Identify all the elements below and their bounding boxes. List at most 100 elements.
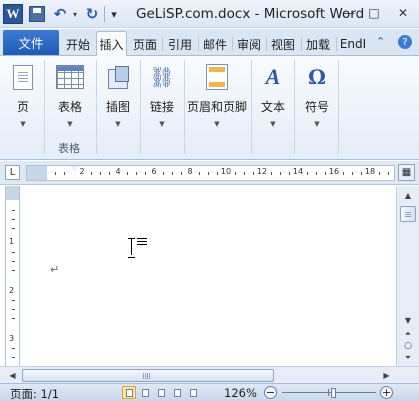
group-separator — [44, 60, 45, 154]
horizontal-scrollbar[interactable]: ◀ ▶ — [0, 366, 419, 383]
ruler-number: 2 — [79, 167, 85, 176]
tab-endi[interactable]: EndI — [338, 34, 368, 54]
tab-separator — [162, 37, 163, 51]
minimize-button[interactable]: — — [338, 3, 360, 23]
pages-label: 页 — [16, 100, 29, 114]
window-title: GeLiSP.com.docx - Microsoft Word — [136, 6, 365, 22]
vertical-ruler[interactable]: 1 2 3 — [5, 186, 20, 366]
full-screen-reading-view-icon[interactable] — [138, 386, 152, 399]
text-button[interactable]: A 文本 ▼ — [258, 56, 288, 128]
tab-stop-selector[interactable]: L — [5, 165, 20, 180]
save-icon[interactable] — [29, 6, 45, 22]
web-layout-view-icon[interactable] — [154, 386, 168, 399]
top-margin-area — [6, 186, 19, 200]
tab-addins[interactable]: 加载 — [303, 34, 333, 54]
undo-dropdown-icon[interactable]: ▾ — [70, 4, 80, 24]
vertical-ruler-number: 1 — [9, 237, 15, 246]
customize-quick-access-icon[interactable]: ▾ — [107, 4, 121, 24]
table-label: 表格 — [57, 100, 82, 114]
symbol-icon: Ω — [308, 65, 326, 89]
zoom-center-mark — [328, 389, 329, 396]
link-icon: ⛓ — [149, 65, 175, 89]
scroll-up-icon[interactable]: ▲ — [400, 189, 416, 202]
horizontal-ruler[interactable]: 2 4 6 8 10 12 14 16 18 — [26, 165, 395, 181]
close-button[interactable]: ✕ — [392, 3, 414, 23]
illustrations-dropdown-icon: ▼ — [115, 120, 121, 128]
tab-page-layout[interactable]: 页面 — [130, 34, 160, 54]
undo-icon[interactable]: ↶ — [52, 4, 68, 24]
tab-file[interactable]: 文件 — [3, 30, 59, 55]
picture-icon — [104, 63, 132, 91]
illustrations-button[interactable]: 插图 ▼ — [103, 56, 133, 128]
pages-dropdown-icon: ▼ — [20, 120, 26, 128]
page-icon — [9, 63, 37, 91]
tab-review[interactable]: 审阅 — [234, 34, 264, 54]
group-separator — [96, 60, 97, 154]
tab-insert[interactable]: 插入 — [96, 31, 127, 57]
ruler-number: 6 — [151, 167, 157, 176]
ribbon-insert: 页 ▼ 表格 ▼ 表格 插图 ▼ ⛓ 链接 ▼ 页眉和页脚 ▼ A 文本 ▼ Ω… — [0, 56, 419, 160]
pages-button[interactable]: 页 ▼ — [8, 56, 38, 128]
zoom-in-button[interactable]: + — [380, 386, 393, 399]
table-button[interactable]: 表格 ▼ — [50, 56, 90, 128]
word-app-icon[interactable]: W — [3, 4, 23, 24]
tab-separator — [301, 37, 302, 51]
page-count[interactable]: 页面: 1/1 — [10, 386, 59, 401]
tab-separator — [232, 37, 233, 51]
tab-separator — [198, 37, 199, 51]
illustrations-label: 插图 — [105, 100, 130, 114]
view-ruler-icon[interactable]: ▦ — [398, 164, 415, 181]
document-page[interactable]: ↵ — [24, 186, 396, 366]
group-separator — [184, 60, 185, 154]
tab-home[interactable]: 开始 — [63, 34, 93, 54]
print-layout-view-icon[interactable] — [122, 386, 136, 399]
header-footer-button[interactable]: 页眉和页脚 ▼ — [186, 56, 248, 128]
redo-icon[interactable]: ↻ — [84, 4, 100, 24]
quick-access-separator — [104, 6, 105, 22]
header-footer-icon — [203, 63, 231, 91]
zoom-out-button[interactable]: − — [264, 386, 277, 399]
tab-references[interactable]: 引用 — [164, 34, 196, 54]
tab-mailings[interactable]: 邮件 — [200, 34, 230, 54]
text-dropdown-icon: ▼ — [270, 120, 276, 128]
tab-view[interactable]: 视图 — [268, 34, 298, 54]
tables-group-label: 表格 — [58, 142, 80, 155]
scroll-right-icon[interactable]: ▶ — [380, 369, 393, 382]
symbols-button[interactable]: Ω 符号 ▼ — [302, 56, 332, 128]
paragraph-mark: ↵ — [50, 263, 60, 276]
horizontal-scroll-thumb[interactable] — [22, 369, 274, 382]
outline-view-icon[interactable] — [170, 386, 184, 399]
links-dropdown-icon: ▼ — [159, 120, 165, 128]
draft-view-icon[interactable] — [186, 386, 200, 399]
symbols-label: 符号 — [304, 100, 329, 114]
zoom-slider[interactable] — [282, 392, 376, 393]
links-button[interactable]: ⛓ 链接 ▼ — [147, 56, 177, 128]
scroll-down-icon[interactable]: ▼ — [400, 314, 416, 327]
vertical-ruler-number: 2 — [9, 286, 15, 295]
vertical-scrollbar[interactable]: ▲ ▼ ⏶ ○ ⏷ — [396, 186, 419, 366]
scroll-left-icon[interactable]: ◀ — [6, 369, 19, 382]
ruler-number: 16 — [328, 167, 340, 176]
group-separator — [140, 60, 141, 154]
zoom-slider-thumb[interactable] — [330, 388, 336, 398]
zoom-level[interactable]: 126% — [224, 386, 257, 400]
click-and-type-align-icon — [137, 238, 147, 247]
ribbon-tab-bar: 文件 开始 插入 页面 引用 邮件 审阅 视图 加载 EndI ⌃ ? — [0, 29, 419, 57]
next-page-icon[interactable]: ⏷ — [400, 351, 416, 364]
help-icon[interactable]: ? — [398, 35, 412, 49]
ruler-number: 14 — [292, 167, 304, 176]
tab-separator — [336, 37, 337, 51]
maximize-button[interactable]: □ — [363, 3, 385, 23]
tab-separator — [266, 37, 267, 51]
ruler-number: 4 — [115, 167, 121, 176]
header-footer-label: 页眉和页脚 — [186, 100, 247, 114]
group-separator — [338, 60, 339, 154]
ruler-number: 18 — [364, 167, 376, 176]
vertical-scroll-thumb[interactable] — [400, 206, 416, 222]
text-icon: A — [265, 64, 281, 89]
ruler-number: 12 — [256, 167, 268, 176]
indent-marker[interactable] — [70, 166, 79, 173]
symbols-dropdown-icon: ▼ — [314, 120, 320, 128]
minimize-ribbon-icon[interactable]: ⌃ — [376, 35, 385, 48]
ruler-row: L 2 4 6 8 10 12 14 16 18 ▦ — [0, 161, 419, 185]
